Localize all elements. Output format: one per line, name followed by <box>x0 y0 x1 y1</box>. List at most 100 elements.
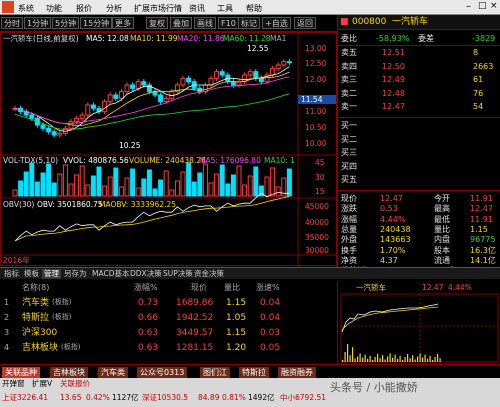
close-icon[interactable]: × <box>490 1 498 11</box>
stat-label: 最低 <box>434 214 450 224</box>
tab-saveas[interactable]: 另存为 <box>62 269 89 279</box>
btab-public[interactable]: 公众号0313 <box>137 367 188 378</box>
table-row[interactable]: 2 特斯拉 (板指) 0.66 1942.52 1.05 0.04 <box>0 312 337 325</box>
menu-news[interactable]: 资讯 <box>189 3 205 14</box>
volume-bar <box>208 182 214 197</box>
sh-index[interactable]: 上证3226.41 <box>2 394 48 402</box>
ma20-label: MA20: 11.86 <box>177 34 225 43</box>
stat-value: 16.3亿 <box>470 245 496 255</box>
table-row[interactable]: 4 吉林板块 (板指) 0.63 1281.15 1.20 0.05 <box>0 342 337 355</box>
bottom-tabs: 关联品种 吉林板块 汽车类 公众号0313 图们江 特斯拉 融资融券 <box>0 364 500 378</box>
tab-macd[interactable]: MACD基本 <box>90 269 131 279</box>
mini-volume-bar <box>414 359 416 362</box>
row-price: 1942.52 <box>176 313 214 323</box>
menu-tools[interactable]: 工具 <box>217 3 233 14</box>
menu-help[interactable]: 帮助 <box>246 3 262 14</box>
sh-amount: 1127亿 <box>112 393 139 402</box>
btab-tesla[interactable]: 特斯拉 <box>239 367 269 378</box>
tb-mark[interactable]: 标记 <box>238 17 260 29</box>
col-header-chg[interactable]: 涨幅% <box>134 284 158 292</box>
menu-function[interactable]: 功能 <box>46 3 62 14</box>
menu-system[interactable]: 系统 <box>18 3 34 14</box>
tab-manage[interactable]: 管理 <box>42 269 61 279</box>
related-sector-table: 名称(8) 涨幅% 现价 量比 涨速% 1 汽车类 (板指) 0.73 1689.86 1… <box>0 281 337 361</box>
volume-bar <box>34 181 40 197</box>
tab-template[interactable]: 模板 <box>22 269 41 279</box>
candle-body <box>230 81 236 86</box>
row-ratio: 1.15 <box>226 328 247 338</box>
stat-label: 涨跌 <box>341 204 357 214</box>
sell-level-price: 12.48 <box>382 88 405 98</box>
mini-volume-bar <box>344 352 346 362</box>
tb-adjust[interactable]: 复权 <box>146 17 168 29</box>
col-header-price[interactable]: 现价 <box>191 284 207 292</box>
tab-ddx[interactable]: DDX决策 <box>128 269 164 279</box>
col-header-speed[interactable]: 涨速% <box>256 284 280 292</box>
tab-sup[interactable]: SUP决策 <box>161 269 195 279</box>
mini-volume-bar <box>404 357 406 362</box>
status-popup[interactable]: 开弹窗 <box>2 380 25 388</box>
sz-pct: 0.81% <box>222 393 246 402</box>
menu-analysis[interactable]: 分析 <box>106 3 122 14</box>
table-row[interactable]: 1 汽车类 (板指) 0.73 1689.86 1.15 0.04 <box>0 297 337 310</box>
mini-volume-bar <box>362 357 364 362</box>
mini-volume-bar <box>342 360 344 362</box>
sh-pct: 0.42% <box>86 393 110 402</box>
sell-level-volume: 54 <box>473 102 484 111</box>
tb-overlay[interactable]: 叠加 <box>170 17 192 29</box>
btab-related[interactable]: 关联品种 <box>2 367 40 378</box>
row-price: 1281.15 <box>176 343 214 353</box>
tb-intraday[interactable]: 分时 <box>1 17 23 29</box>
row-index: 2 <box>4 313 10 322</box>
tb-f10[interactable]: F10 <box>218 17 239 29</box>
price-tick: 10.50 <box>305 123 327 132</box>
year-label: 2016年 <box>3 256 30 265</box>
btab-margin[interactable]: 融资融券 <box>278 367 316 378</box>
sz-index[interactable]: 深证10530.5 <box>142 394 188 402</box>
btab-jilin[interactable]: 吉林板块 <box>50 367 88 378</box>
table-row[interactable]: 3 沪深300 0.63 3449.57 1.15 0.03 <box>0 327 337 340</box>
minimize-icon[interactable]: – <box>466 1 471 12</box>
vol-tick: 30 <box>315 173 325 182</box>
candle-body <box>113 94 119 99</box>
candle-body <box>85 104 91 116</box>
mini-volume-bar <box>372 360 374 362</box>
status-extend[interactable]: 扩展V <box>32 380 52 388</box>
tab-fund[interactable]: 资金决策 <box>192 269 226 279</box>
volume-bar <box>186 162 192 197</box>
tb-1min[interactable]: 1分钟 <box>24 17 52 29</box>
candle-body <box>158 94 164 103</box>
tb-15min[interactable]: 15分钟 <box>80 17 113 29</box>
menu-quote[interactable]: 报价 <box>76 3 92 14</box>
tb-5min[interactable]: 5分钟 <box>52 17 80 29</box>
volume-bar <box>130 168 136 197</box>
mini-intraday-panel[interactable]: 一汽轿车 12.47 4.44% <box>337 281 500 364</box>
zx-index[interactable]: 中小6792.51 <box>280 394 326 402</box>
col-header-ratio[interactable]: 量比 <box>224 284 240 292</box>
stat-label: 股本 <box>434 245 450 255</box>
mini-volume-bar <box>377 354 379 362</box>
volume-bar <box>236 165 242 197</box>
mini-volume-bar <box>364 354 366 362</box>
stat-label: 量比 <box>434 224 450 234</box>
tb-add-watch[interactable]: +自选 <box>262 17 291 29</box>
tb-more[interactable]: 更多 <box>112 17 134 29</box>
btab-auto[interactable]: 汽车类 <box>98 367 128 378</box>
mini-volume-bar <box>399 355 401 362</box>
tb-draw[interactable]: 画线 <box>194 17 216 29</box>
volume-bar <box>23 171 29 197</box>
row-name: 沪深300 <box>22 328 58 338</box>
volume-bar <box>264 176 270 197</box>
stat-label: 总量 <box>341 224 357 234</box>
indicator-tabbar: 指标 模板 管理 另存为 MACD基本 DDX决策 SUP决策 资金决策 <box>0 267 500 279</box>
btab-tumen[interactable]: 图们江 <box>200 367 230 378</box>
kline-chart-panel[interactable]: 一汽轿车(日线,前复权) MA5: 12.08 MA10: 11.99 MA20… <box>0 32 338 267</box>
volume-bar <box>174 180 180 197</box>
menu-extended-market[interactable]: 扩展市场行情 <box>134 3 182 14</box>
tb-back[interactable]: 返回 <box>294 17 316 29</box>
status-related[interactable]: 关联报价 <box>60 380 90 388</box>
maximize-icon[interactable]: □ <box>478 1 487 11</box>
col-header-name[interactable]: 名称(8) <box>22 284 49 292</box>
tab-indicator[interactable]: 指标 <box>2 269 21 279</box>
sell-level-label: 卖二 <box>341 88 357 98</box>
